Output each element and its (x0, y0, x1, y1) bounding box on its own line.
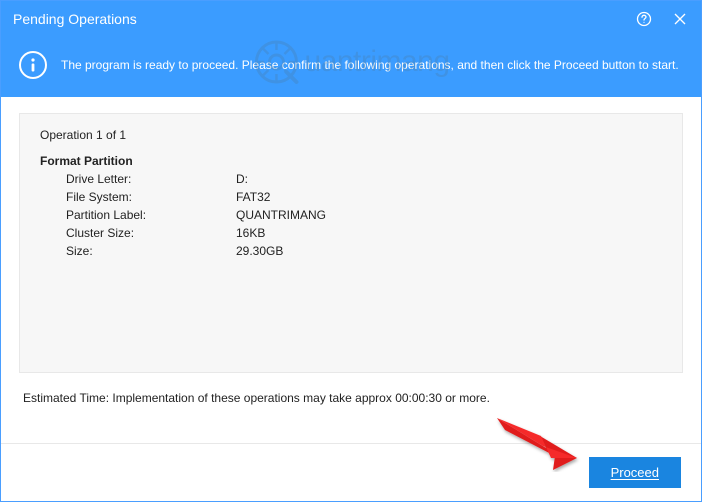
operation-details: Drive Letter: D: File System: FAT32 Part… (40, 170, 662, 260)
detail-label: Partition Label: (66, 206, 236, 224)
detail-label: Cluster Size: (66, 224, 236, 242)
info-icon (19, 51, 47, 79)
detail-value: 16KB (236, 224, 662, 242)
close-icon[interactable] (671, 10, 689, 28)
dialog-window: Pending Operations (0, 0, 702, 502)
window-title: Pending Operations (13, 11, 635, 27)
operation-counter: Operation 1 of 1 (40, 128, 662, 142)
detail-label: Drive Letter: (66, 170, 236, 188)
detail-label: Size: (66, 242, 236, 260)
help-icon[interactable] (635, 10, 653, 28)
detail-row: Size: 29.30GB (66, 242, 662, 260)
info-message: The program is ready to proceed. Please … (61, 58, 679, 72)
operation-title: Format Partition (40, 154, 662, 168)
detail-value: QUANTRIMANG (236, 206, 662, 224)
detail-row: File System: FAT32 (66, 188, 662, 206)
detail-value: 29.30GB (236, 242, 662, 260)
proceed-button[interactable]: Proceed (589, 457, 681, 488)
detail-row: Cluster Size: 16KB (66, 224, 662, 242)
detail-row: Drive Letter: D: (66, 170, 662, 188)
detail-row: Partition Label: QUANTRIMANG (66, 206, 662, 224)
info-banner: The program is ready to proceed. Please … (1, 37, 701, 97)
content-area: Operation 1 of 1 Format Partition Drive … (1, 97, 701, 443)
operations-panel: Operation 1 of 1 Format Partition Drive … (19, 113, 683, 373)
estimated-time: Estimated Time: Implementation of these … (19, 373, 683, 405)
detail-label: File System: (66, 188, 236, 206)
detail-value: FAT32 (236, 188, 662, 206)
titlebar-actions (635, 10, 689, 28)
detail-value: D: (236, 170, 662, 188)
footer: Proceed (1, 443, 701, 501)
titlebar: Pending Operations (1, 1, 701, 37)
